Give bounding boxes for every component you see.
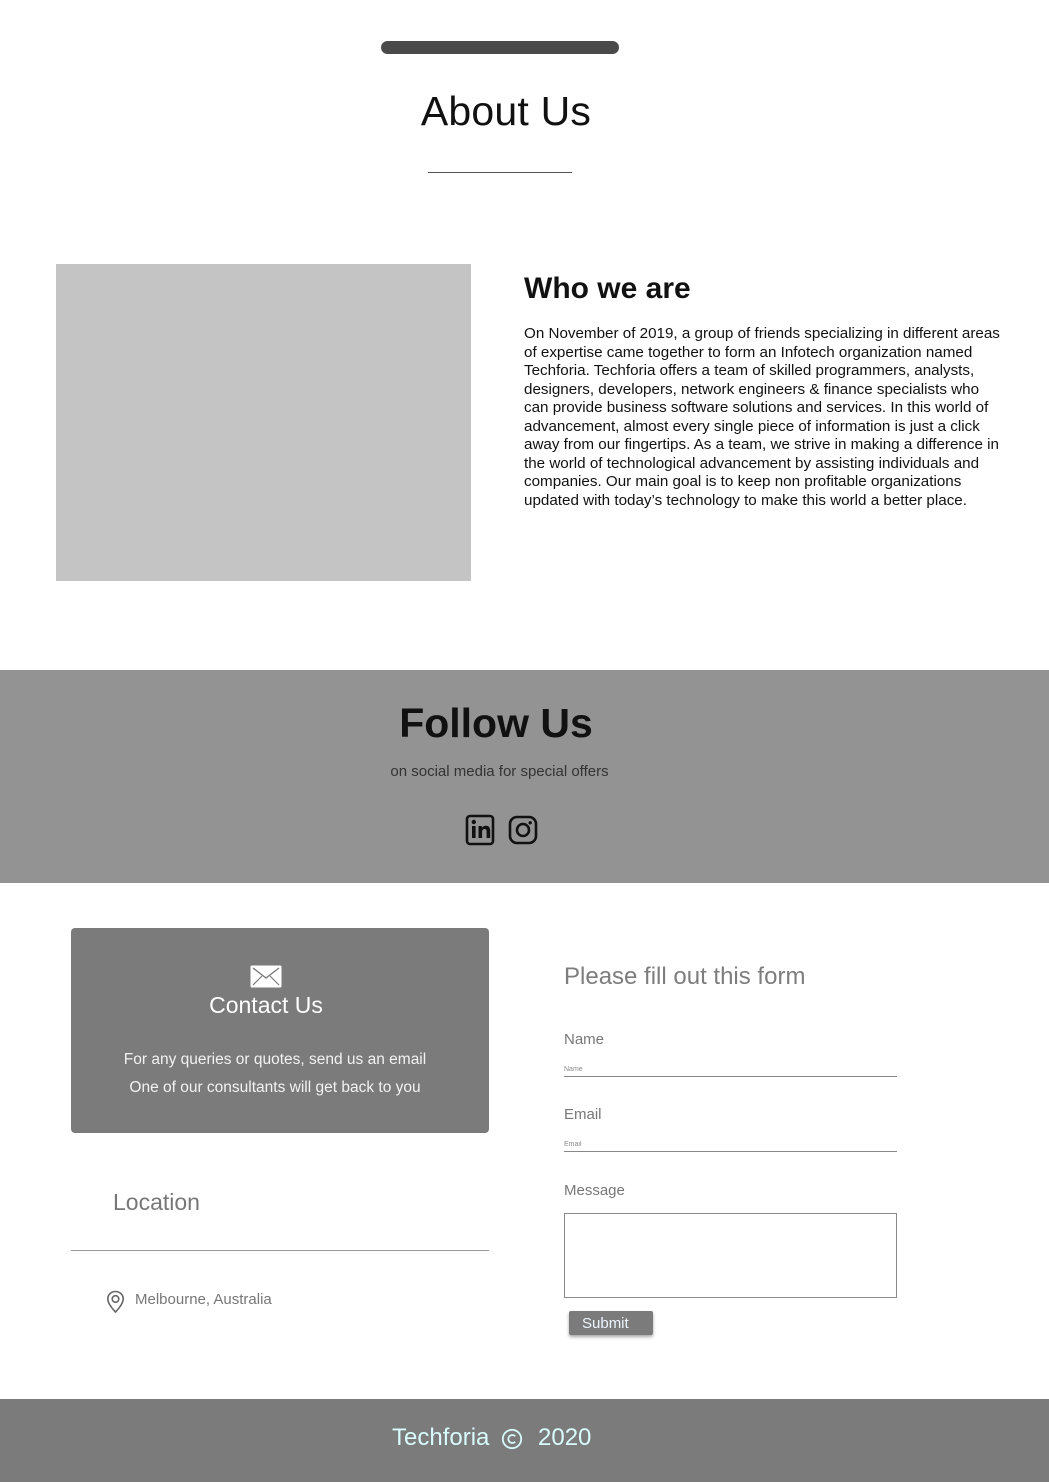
who-we-are-heading: Who we are [524,272,691,305]
follow-subtitle: on social media for special offers [390,763,609,780]
who-we-are-text: On November of 2019, a group of friends … [524,325,1000,509]
page: About Us Who we are On November of 2019,… [0,0,1049,1482]
copyright-icon [501,1428,523,1450]
mail-icon [250,965,282,988]
footer: Techforia 2020 [0,1399,1049,1482]
submit-button[interactable]: Submit [569,1311,653,1335]
linkedin-icon[interactable] [465,814,495,846]
follow-section: Follow Us on social media for special of… [0,670,1049,883]
follow-title: Follow Us [399,700,593,746]
location-divider [71,1250,489,1251]
about-image-placeholder [56,264,471,581]
contact-line-2: One of our consultants will get back to … [129,1079,421,1096]
about-title: About Us [420,88,592,134]
message-label: Message [564,1182,625,1199]
location-address: Melbourne, Australia [135,1291,272,1308]
message-textarea[interactable] [564,1213,897,1298]
footer-year: 2020 [538,1424,592,1451]
email-label: Email [564,1106,602,1123]
form-title: Please fill out this form [564,963,806,990]
email-input[interactable] [564,1138,897,1152]
footer-brand: Techforia [392,1424,490,1451]
contact-card: Contact Us For any queries or quotes, se… [71,928,489,1133]
name-input[interactable] [564,1063,897,1077]
title-divider [428,172,572,173]
location-title: Location [113,1189,200,1215]
contact-line-1: For any queries or quotes, send us an em… [123,1051,427,1068]
name-label: Name [564,1031,605,1048]
instagram-icon[interactable] [508,814,538,846]
contact-title: Contact Us [209,992,323,1018]
location-pin-icon [106,1290,125,1314]
top-bar-pill [381,41,619,54]
